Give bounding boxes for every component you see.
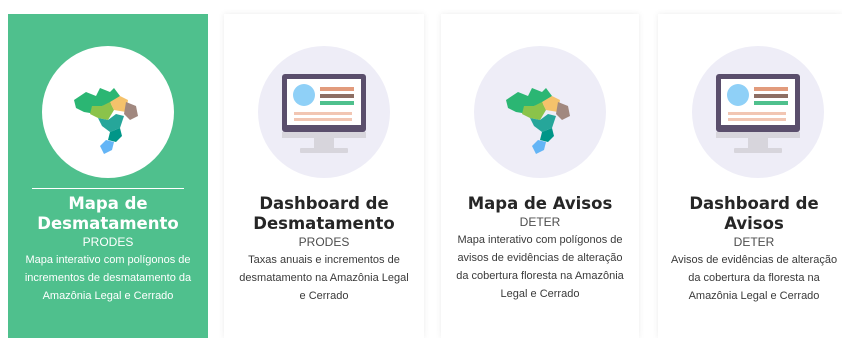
icon-circle <box>258 46 390 178</box>
card-description: Avisos de evidências de alteração da cob… <box>670 254 838 302</box>
card-title: Dashboard de Avisos <box>689 194 819 233</box>
card-subtitle: PRODES <box>298 235 350 249</box>
dashboard-monitor-icon <box>716 74 800 153</box>
card-title: Dashboard de Desmatamento <box>253 194 395 233</box>
card-mapa-desmatamento[interactable]: Mapa de Desmatamento PRODES Mapa interat… <box>8 14 208 338</box>
card-title: Mapa de Avisos <box>467 194 613 213</box>
card-description: Mapa interativo com polígonos de avisos … <box>456 234 624 300</box>
card-mapa-avisos[interactable]: Mapa de Avisos DETER Mapa interativo com… <box>441 14 639 338</box>
icon-circle <box>42 46 174 178</box>
card-dashboard-desmatamento[interactable]: Dashboard de Desmatamento PRODES Taxas a… <box>224 14 424 338</box>
card-description: Taxas anuais e incrementos de desmatamen… <box>239 254 409 302</box>
icon-circle <box>692 46 824 178</box>
dashboard-monitor-icon <box>282 74 366 153</box>
divider <box>32 188 184 189</box>
card-title: Mapa de Desmatamento <box>37 194 179 233</box>
card-subtitle: DETER <box>733 235 775 249</box>
card-dashboard-avisos[interactable]: Dashboard de Avisos DETER Avisos de evid… <box>658 14 842 338</box>
card-subtitle: DETER <box>519 215 561 229</box>
brazil-map-icon <box>506 88 570 154</box>
brazil-map-icon <box>74 88 138 154</box>
card-description: Mapa interativo com polígonos de increme… <box>24 254 192 302</box>
icon-circle <box>474 46 606 178</box>
card-subtitle: PRODES <box>82 235 134 249</box>
